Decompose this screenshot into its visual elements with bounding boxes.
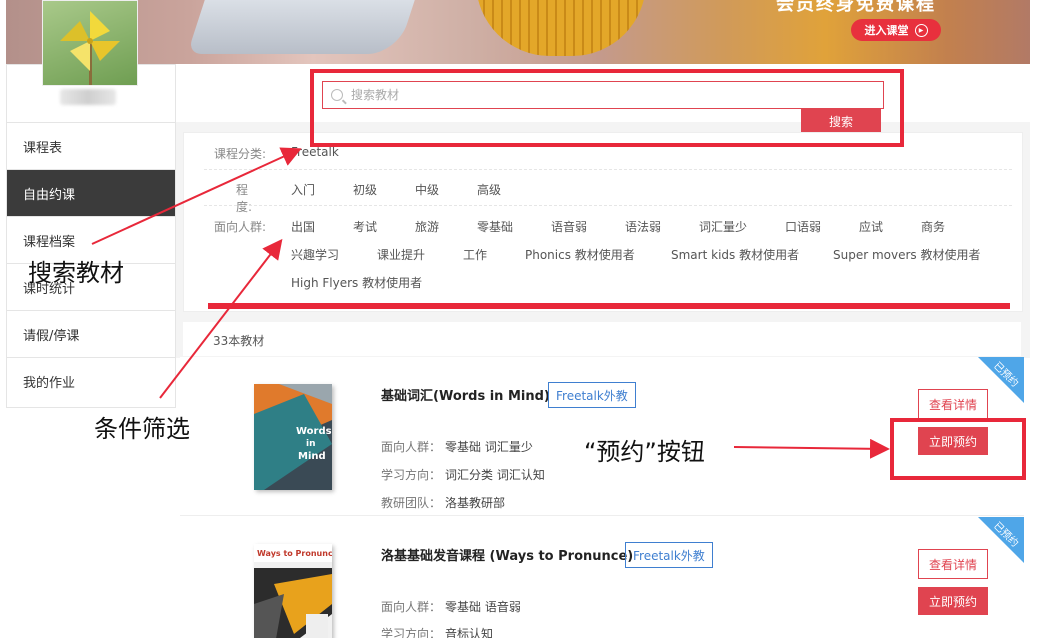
filter-option[interactable]: 中级 bbox=[415, 181, 439, 198]
filter-audience-label: 面向人群: bbox=[214, 220, 267, 234]
filter-option[interactable]: Smart kids 教材使用者 bbox=[671, 246, 799, 263]
result-count: 33本教材 bbox=[213, 334, 265, 348]
course-card: Ways to Pronunce 洛基基础发音课程 (Ways to Pronu… bbox=[180, 517, 1024, 638]
divider bbox=[204, 169, 1012, 170]
filter-option[interactable]: 词汇量少 bbox=[699, 218, 747, 235]
filter-option[interactable]: 入门 bbox=[291, 181, 315, 198]
meta-value: 洛基教研部 bbox=[445, 496, 506, 510]
filter-category-row: 课程分类: Freetalk bbox=[214, 145, 339, 162]
filter-option[interactable]: 商务 bbox=[921, 218, 945, 235]
meta-value: 零基础 语音弱 bbox=[445, 600, 521, 614]
sidebar-item-label: 我的作业 bbox=[23, 375, 76, 391]
filter-option[interactable]: 语法弱 bbox=[625, 218, 661, 235]
sidebar-item-homework[interactable]: 我的作业 bbox=[7, 358, 175, 404]
play-icon: ▶ bbox=[914, 23, 928, 37]
filter-option[interactable]: 兴趣学习 bbox=[291, 246, 339, 263]
filter-audience-row: 面向人群: 出国 考试 旅游 零基础 语音弱 语法弱 词汇量少 口语弱 应试 商… bbox=[214, 218, 981, 290]
username-blurred bbox=[60, 89, 116, 105]
pinwheel-icon bbox=[60, 11, 120, 85]
annotation-search: 搜索教材 bbox=[28, 259, 124, 287]
course-tag: Freetalk外教 bbox=[625, 542, 713, 568]
filter-category-label: 课程分类: bbox=[214, 147, 267, 161]
meta-label: 学习方向： bbox=[381, 468, 442, 482]
banner-laptop-image bbox=[187, 0, 415, 54]
filter-option[interactable]: 出国 bbox=[291, 218, 315, 235]
filter-option[interactable]: 口语弱 bbox=[785, 218, 821, 235]
annotation-filter: 条件筛选 bbox=[94, 415, 190, 443]
meta-value: 词汇分类 词汇认知 bbox=[445, 468, 545, 482]
enter-classroom-button[interactable]: 进入课堂 ▶ bbox=[851, 19, 941, 41]
top-banner: 会员终身免费课程 进入课堂 ▶ bbox=[6, 0, 1030, 64]
filter-option[interactable]: Phonics 教材使用者 bbox=[525, 246, 635, 263]
filter-level-label: 程度: bbox=[236, 183, 253, 214]
avatar[interactable] bbox=[42, 0, 138, 86]
filter-option[interactable]: 工作 bbox=[463, 246, 487, 263]
course-audience: 面向人群： 零基础 语音弱 bbox=[381, 598, 521, 615]
filter-highlight-line bbox=[208, 303, 1010, 309]
filter-option[interactable]: High Flyers 教材使用者 bbox=[291, 274, 422, 291]
filter-option[interactable]: 旅游 bbox=[415, 218, 439, 235]
enter-classroom-label: 进入课堂 bbox=[864, 24, 909, 37]
meta-label: 面向人群： bbox=[381, 440, 442, 454]
banner-knit-image bbox=[476, 0, 646, 56]
filter-panel: 课程分类: Freetalk 程度: 入门 初级 中级 高级 面向人群: 出国 … bbox=[183, 132, 1023, 312]
annotation-book: “预约”按钮 bbox=[584, 438, 705, 466]
svg-text:in: in bbox=[306, 439, 316, 449]
svg-text:Mind: Mind bbox=[298, 451, 326, 462]
filter-option[interactable]: 高级 bbox=[477, 181, 501, 198]
sidebar-item-label: 课程档案 bbox=[23, 234, 76, 250]
svg-text:Ways to Pronunce: Ways to Pronunce bbox=[257, 549, 332, 558]
filter-option[interactable]: Freetalk bbox=[291, 145, 339, 159]
filter-option[interactable]: Super movers 教材使用者 bbox=[833, 246, 981, 263]
meta-label: 学习方向： bbox=[381, 627, 442, 638]
book-now-button[interactable]: 立即预约 bbox=[918, 587, 988, 615]
course-direction: 学习方向： 词汇分类 词汇认知 bbox=[381, 466, 545, 483]
sidebar-item-label: 课程表 bbox=[23, 140, 63, 156]
course-direction: 学习方向： 音标认知 bbox=[381, 625, 493, 638]
sidebar-item-label: 自由约课 bbox=[23, 187, 76, 203]
course-audience: 面向人群： 零基础 词汇量少 bbox=[381, 438, 533, 455]
meta-value: 零基础 词汇量少 bbox=[445, 440, 533, 454]
sidebar-item-label: 请假/停课 bbox=[23, 328, 80, 344]
course-title[interactable]: 基础词汇(Words in Mind) bbox=[381, 385, 550, 404]
filter-option[interactable]: 考试 bbox=[353, 218, 377, 235]
filter-option[interactable]: 零基础 bbox=[477, 218, 513, 235]
sidebar-item-leave[interactable]: 请假/停课 bbox=[7, 311, 175, 358]
sidebar: 课程表 自由约课 课程档案 课时统计 请假/停课 我的作业 bbox=[6, 64, 176, 408]
banner-slogan: 会员终身免费课程 bbox=[776, 0, 936, 15]
course-tag: Freetalk外教 bbox=[548, 382, 636, 408]
meta-value: 音标认知 bbox=[445, 627, 494, 638]
course-title[interactable]: 洛基基础发音课程 (Ways to Pronunce) bbox=[381, 545, 633, 564]
divider bbox=[204, 205, 1012, 206]
sidebar-item-schedule[interactable]: 课程表 bbox=[7, 123, 175, 170]
book-highlight-box bbox=[890, 418, 1026, 480]
course-cover-image[interactable]: Ways to Pronunce bbox=[254, 544, 332, 638]
course-team: 教研团队： 洛基教研部 bbox=[381, 494, 505, 511]
result-count-bar: 33本教材 bbox=[183, 322, 1021, 356]
filter-option[interactable]: 课业提升 bbox=[377, 246, 425, 263]
filter-option[interactable]: 应试 bbox=[859, 218, 883, 235]
search-highlight-box bbox=[310, 69, 904, 147]
meta-label: 面向人群： bbox=[381, 600, 442, 614]
svg-text:Words: Words bbox=[296, 426, 332, 437]
filter-option[interactable]: 语音弱 bbox=[551, 218, 587, 235]
course-cover-image[interactable]: Words in Mind bbox=[254, 384, 332, 490]
filter-option[interactable]: 初级 bbox=[353, 181, 377, 198]
meta-label: 教研团队： bbox=[381, 496, 442, 510]
sidebar-item-free-booking[interactable]: 自由约课 bbox=[7, 170, 175, 217]
